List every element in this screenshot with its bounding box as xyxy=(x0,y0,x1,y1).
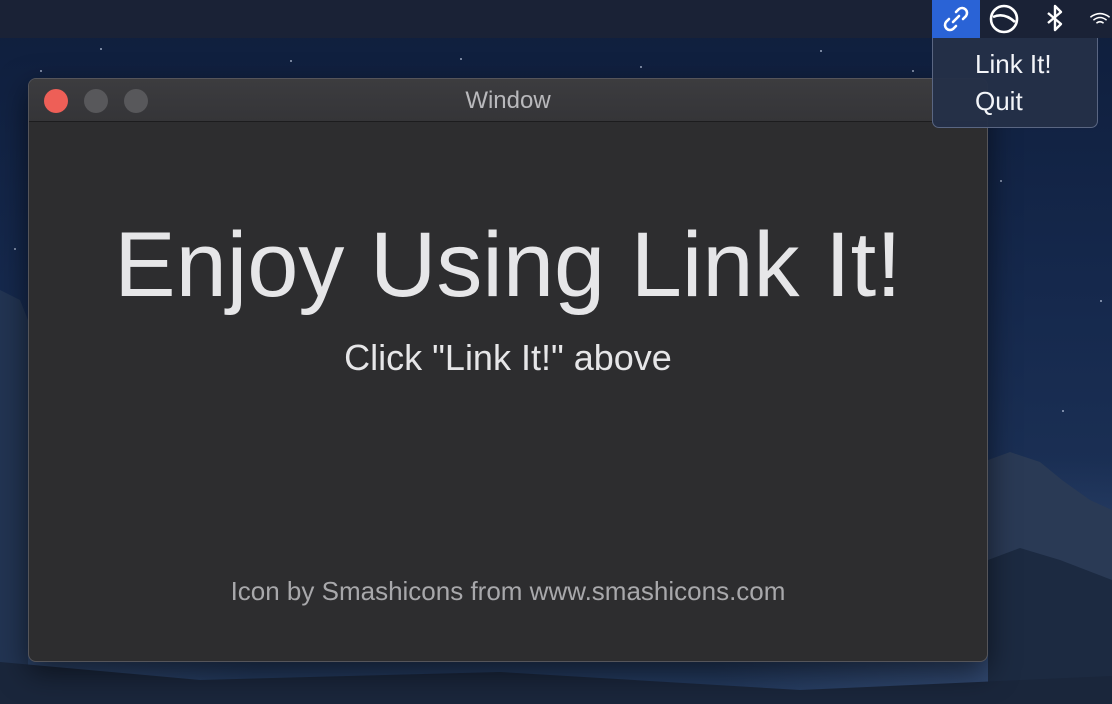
desktop-wallpaper: Window Enjoy Using Link It! Click "Link … xyxy=(0,0,1112,704)
link-menu-extra[interactable] xyxy=(932,0,980,38)
menu-item-quit[interactable]: Quit xyxy=(975,84,1023,118)
status-menu-extra[interactable] xyxy=(982,0,1026,38)
wifi-menu-extra[interactable] xyxy=(1088,0,1112,38)
circle-slash-icon xyxy=(989,4,1019,34)
app-window: Window Enjoy Using Link It! Click "Link … xyxy=(28,78,988,662)
wifi-icon xyxy=(1089,12,1111,24)
bluetooth-icon xyxy=(1047,4,1063,32)
instruction-text: Click "Link It!" above xyxy=(344,337,672,378)
bluetooth-menu-extra[interactable] xyxy=(1036,0,1074,38)
window-title: Window xyxy=(465,87,551,114)
menu-item-link-it[interactable]: Link It! xyxy=(975,47,1052,81)
headline-text: Enjoy Using Link It! xyxy=(114,214,902,316)
title-bar[interactable]: Window xyxy=(29,79,987,122)
menu-bar xyxy=(0,0,1112,38)
window-content: Enjoy Using Link It! Click "Link It!" ab… xyxy=(29,122,987,661)
link-it-dropdown-menu: Link It! Quit xyxy=(932,38,1098,128)
link-icon xyxy=(943,6,969,32)
icon-credit-text: Icon by Smashicons from www.smashicons.c… xyxy=(230,576,786,606)
